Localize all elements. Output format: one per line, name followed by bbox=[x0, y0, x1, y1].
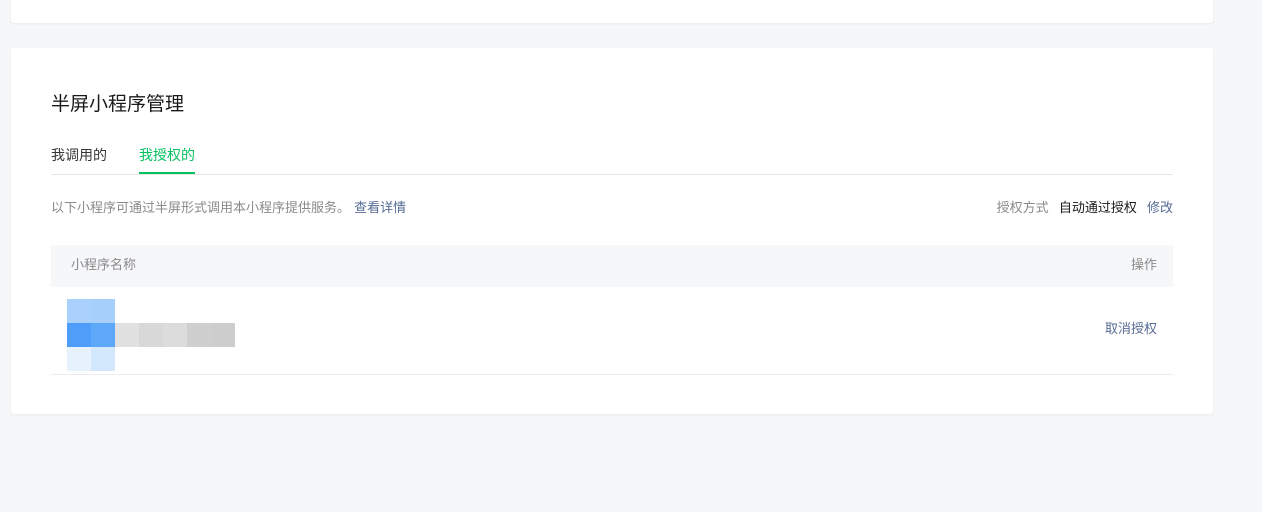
auth-mode: 授权方式 自动通过授权 修改 bbox=[997, 200, 1173, 218]
edit-auth-mode-link[interactable]: 修改 bbox=[1147, 201, 1173, 216]
auth-mode-value: 自动通过授权 bbox=[1058, 201, 1137, 216]
half-screen-miniprogram-card: 半屏小程序管理 我调用的 我授权的 以下小程序可通过半屏形式调用本小程序提供服务… bbox=[11, 48, 1213, 414]
tab-called-by-me[interactable]: 我调用的 bbox=[51, 145, 107, 173]
table-row: 取消授权 bbox=[51, 287, 1173, 375]
description-text: 以下小程序可通过半屏形式调用本小程序提供服务。 bbox=[51, 201, 351, 216]
auth-mode-label: 授权方式 bbox=[996, 201, 1049, 216]
tab-bar: 我调用的 我授权的 bbox=[51, 145, 1173, 175]
tab-authorized-by-me[interactable]: 我授权的 bbox=[139, 145, 195, 174]
column-header-name: 小程序名称 bbox=[71, 258, 137, 273]
column-header-action: 操作 bbox=[1130, 258, 1157, 273]
previous-card bbox=[11, 0, 1213, 23]
section-title: 半屏小程序管理 bbox=[51, 93, 185, 115]
view-details-link[interactable]: 查看详情 bbox=[354, 201, 406, 216]
revoke-authorization-link[interactable]: 取消授权 bbox=[1105, 321, 1157, 339]
redacted-miniprogram-info bbox=[67, 299, 235, 371]
table-header: 小程序名称 操作 bbox=[51, 245, 1173, 287]
description: 以下小程序可通过半屏形式调用本小程序提供服务。 查看详情 bbox=[51, 200, 406, 218]
